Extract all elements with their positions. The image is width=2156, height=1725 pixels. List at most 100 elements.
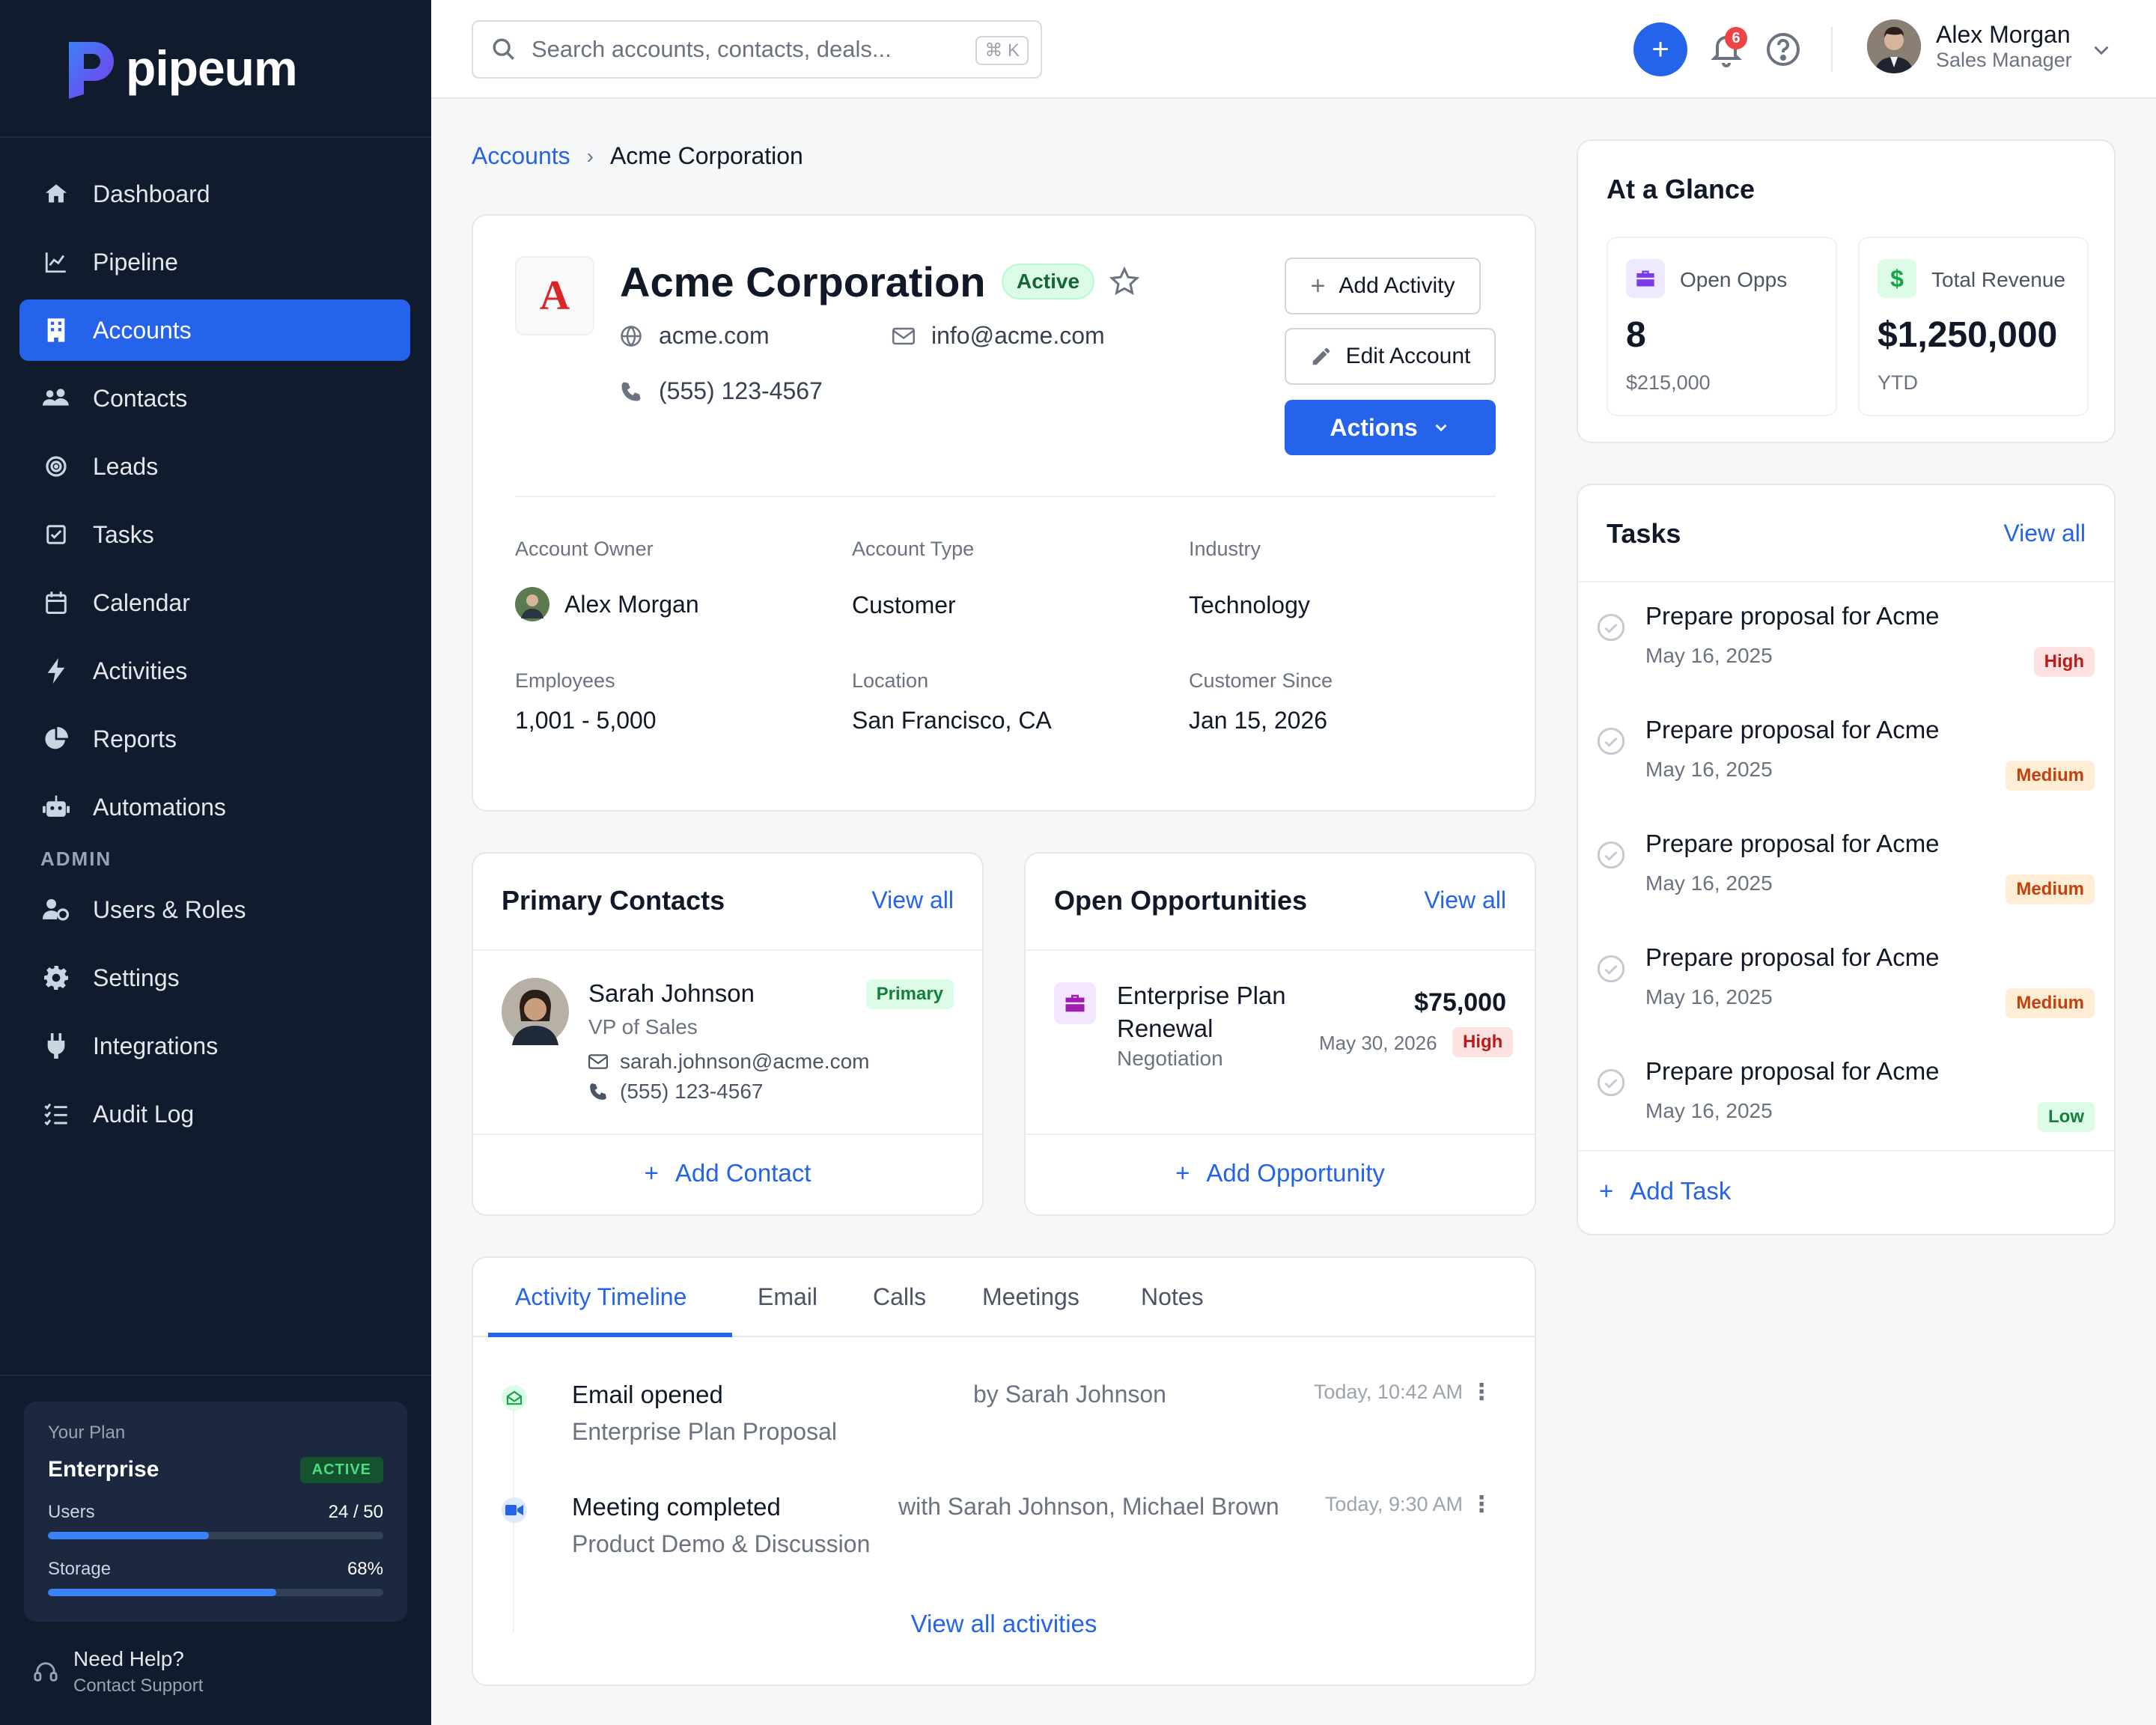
opportunity-date: May 30, 2026 <box>1319 1032 1437 1054</box>
contacts-view-all-link[interactable]: View all <box>871 886 954 914</box>
location-label: Location <box>852 669 929 692</box>
task-item[interactable]: Prepare proposal for Acme May 16, 2025 Med… <box>1578 698 2116 812</box>
status-badge: Active <box>1002 264 1095 299</box>
add-opportunity-button[interactable]: + Add Opportunity <box>1026 1159 1535 1187</box>
task-date: May 16, 2025 <box>1645 758 1773 781</box>
open-opps-label: Open Opps <box>1680 268 1788 291</box>
help-link[interactable]: Need Help? Contact Support <box>33 1647 203 1697</box>
task-date: May 16, 2025 <box>1645 871 1773 895</box>
pie-chart-icon <box>40 723 72 755</box>
task-title: Prepare proposal for Acme <box>1645 1057 1940 1085</box>
sidebar-section-admin: ADMIN <box>40 848 112 870</box>
search-box[interactable]: ⌘ K <box>472 20 1042 79</box>
more-options-icon[interactable]: ⋮ <box>1470 1379 1493 1405</box>
sidebar-divider <box>0 136 431 138</box>
breadcrumb: Accounts › Acme Corporation <box>472 142 803 170</box>
sidebar-item-dashboard[interactable]: Dashboard <box>19 163 410 225</box>
users-meter: Users 24 / 50 <box>48 1502 383 1539</box>
activity-participants: by Sarah Johnson <box>973 1381 1166 1408</box>
chevron-down-icon[interactable] <box>2089 37 2114 63</box>
task-item[interactable]: Prepare proposal for Acme May 16, 2025 Low <box>1578 1039 2116 1153</box>
gear-icon <box>40 962 72 994</box>
sidebar-item-pipeline[interactable]: Pipeline <box>19 231 410 293</box>
user-role: Sales Manager <box>1936 49 2072 71</box>
task-item[interactable]: Prepare proposal for Acme May 16, 2025 Med… <box>1578 925 2116 1039</box>
tab-calls[interactable]: Calls <box>873 1283 926 1311</box>
tab-email[interactable]: Email <box>758 1283 817 1311</box>
globe-icon <box>621 325 642 347</box>
sidebar-item-accounts[interactable]: Accounts <box>19 299 410 361</box>
email-link[interactable]: info@acme.com <box>931 322 1105 350</box>
priority-badge: Medium <box>2006 988 2095 1018</box>
divider <box>1578 1150 2114 1151</box>
account-header-card: A Acme Corporation Active acme.com info@… <box>472 214 1536 812</box>
divider <box>1578 581 2114 582</box>
user-menu[interactable]: Alex Morgan Sales Manager <box>1867 19 2072 73</box>
search-icon <box>493 38 514 60</box>
sidebar-item-activities[interactable]: Activities <box>19 640 410 702</box>
add-activity-button[interactable]: + Add Activity <box>1285 258 1481 314</box>
check-circle-icon[interactable] <box>1596 1068 1626 1098</box>
check-circle-icon[interactable] <box>1596 726 1626 756</box>
more-options-icon[interactable]: ⋮ <box>1470 1491 1493 1518</box>
user-name: Alex Morgan <box>1936 21 2071 48</box>
check-circle-icon[interactable] <box>1596 954 1626 984</box>
brand-logo[interactable]: pipeum <box>63 37 298 99</box>
tab-activity-timeline[interactable]: Activity Timeline <box>515 1283 686 1311</box>
activity-title: Meeting completed <box>572 1493 781 1521</box>
tasks-view-all-link[interactable]: View all <box>2003 520 2086 547</box>
sidebar-item-label: Users & Roles <box>93 895 246 923</box>
plus-icon: + <box>1310 271 1326 300</box>
opportunity-name: Enterprise Plan Renewal <box>1117 982 1286 1042</box>
contact-email[interactable]: sarah.johnson@acme.com <box>588 1050 869 1074</box>
customer-since-value: Jan 15, 2026 <box>1189 707 1328 734</box>
sidebar-item-audit-log[interactable]: Audit Log <box>19 1083 410 1145</box>
card-title: Tasks <box>1607 518 1681 549</box>
divider <box>473 949 982 951</box>
phone-link[interactable]: (555) 123-4567 <box>659 377 823 405</box>
opportunities-view-all-link[interactable]: View all <box>1424 886 1506 914</box>
search-input[interactable] <box>532 36 981 63</box>
avatar <box>515 587 549 621</box>
sidebar-item-calendar[interactable]: Calendar <box>19 572 410 633</box>
avatar <box>1867 19 1921 73</box>
brand-name: pipeum <box>126 40 298 96</box>
plus-icon: + <box>644 1159 659 1187</box>
type-label: Account Type <box>852 538 975 560</box>
check-circle-icon[interactable] <box>1596 612 1626 642</box>
task-item[interactable]: Prepare proposal for Acme May 16, 2025 Med… <box>1578 812 2116 925</box>
sidebar-item-settings[interactable]: Settings <box>19 947 410 1008</box>
actions-dropdown-button[interactable]: Actions <box>1285 400 1496 455</box>
help-circle-icon[interactable] <box>1765 31 1801 67</box>
view-all-activities-link[interactable]: View all activities <box>473 1610 1535 1638</box>
sidebar-item-contacts[interactable]: Contacts <box>19 368 410 429</box>
website-link[interactable]: acme.com <box>659 322 770 350</box>
sidebar-item-label: Integrations <box>93 1032 219 1059</box>
task-item[interactable]: Prepare proposal for Acme May 16, 2025 Hig… <box>1578 584 2116 698</box>
star-icon[interactable] <box>1109 267 1139 296</box>
open-opps-tile[interactable]: Open Opps 8 $215,000 <box>1607 237 1837 416</box>
total-revenue-tile[interactable]: $ Total Revenue $1,250,000 YTD <box>1858 237 2089 416</box>
sidebar-item-label: Accounts <box>93 316 192 344</box>
pencil-icon <box>1312 347 1330 365</box>
page-title: Acme Corporation <box>620 258 986 305</box>
owner-value[interactable]: Alex Morgan <box>515 587 699 621</box>
edit-account-button[interactable]: Edit Account <box>1285 328 1496 385</box>
sidebar-item-users-roles[interactable]: Users & Roles <box>19 879 410 940</box>
sidebar-item-reports[interactable]: Reports <box>19 708 410 770</box>
users-meter-value: 24 / 50 <box>328 1502 383 1522</box>
check-circle-icon[interactable] <box>1596 840 1626 870</box>
sidebar-item-leads[interactable]: Leads <box>19 436 410 497</box>
divider <box>515 496 1496 497</box>
divider <box>1026 1134 1535 1135</box>
add-contact-button[interactable]: + Add Contact <box>473 1159 982 1187</box>
sidebar-item-automations[interactable]: Automations <box>19 776 410 838</box>
tab-meetings[interactable]: Meetings <box>982 1283 1079 1311</box>
sidebar-item-integrations[interactable]: Integrations <box>19 1015 410 1077</box>
sidebar-item-tasks[interactable]: Tasks <box>19 504 410 565</box>
breadcrumb-accounts-link[interactable]: Accounts <box>472 142 570 170</box>
tab-notes[interactable]: Notes <box>1141 1283 1204 1311</box>
add-task-button[interactable]: + Add Task <box>1599 1177 1731 1205</box>
contact-phone[interactable]: (555) 123-4567 <box>588 1080 763 1104</box>
quick-add-button[interactable]: + <box>1633 22 1687 76</box>
